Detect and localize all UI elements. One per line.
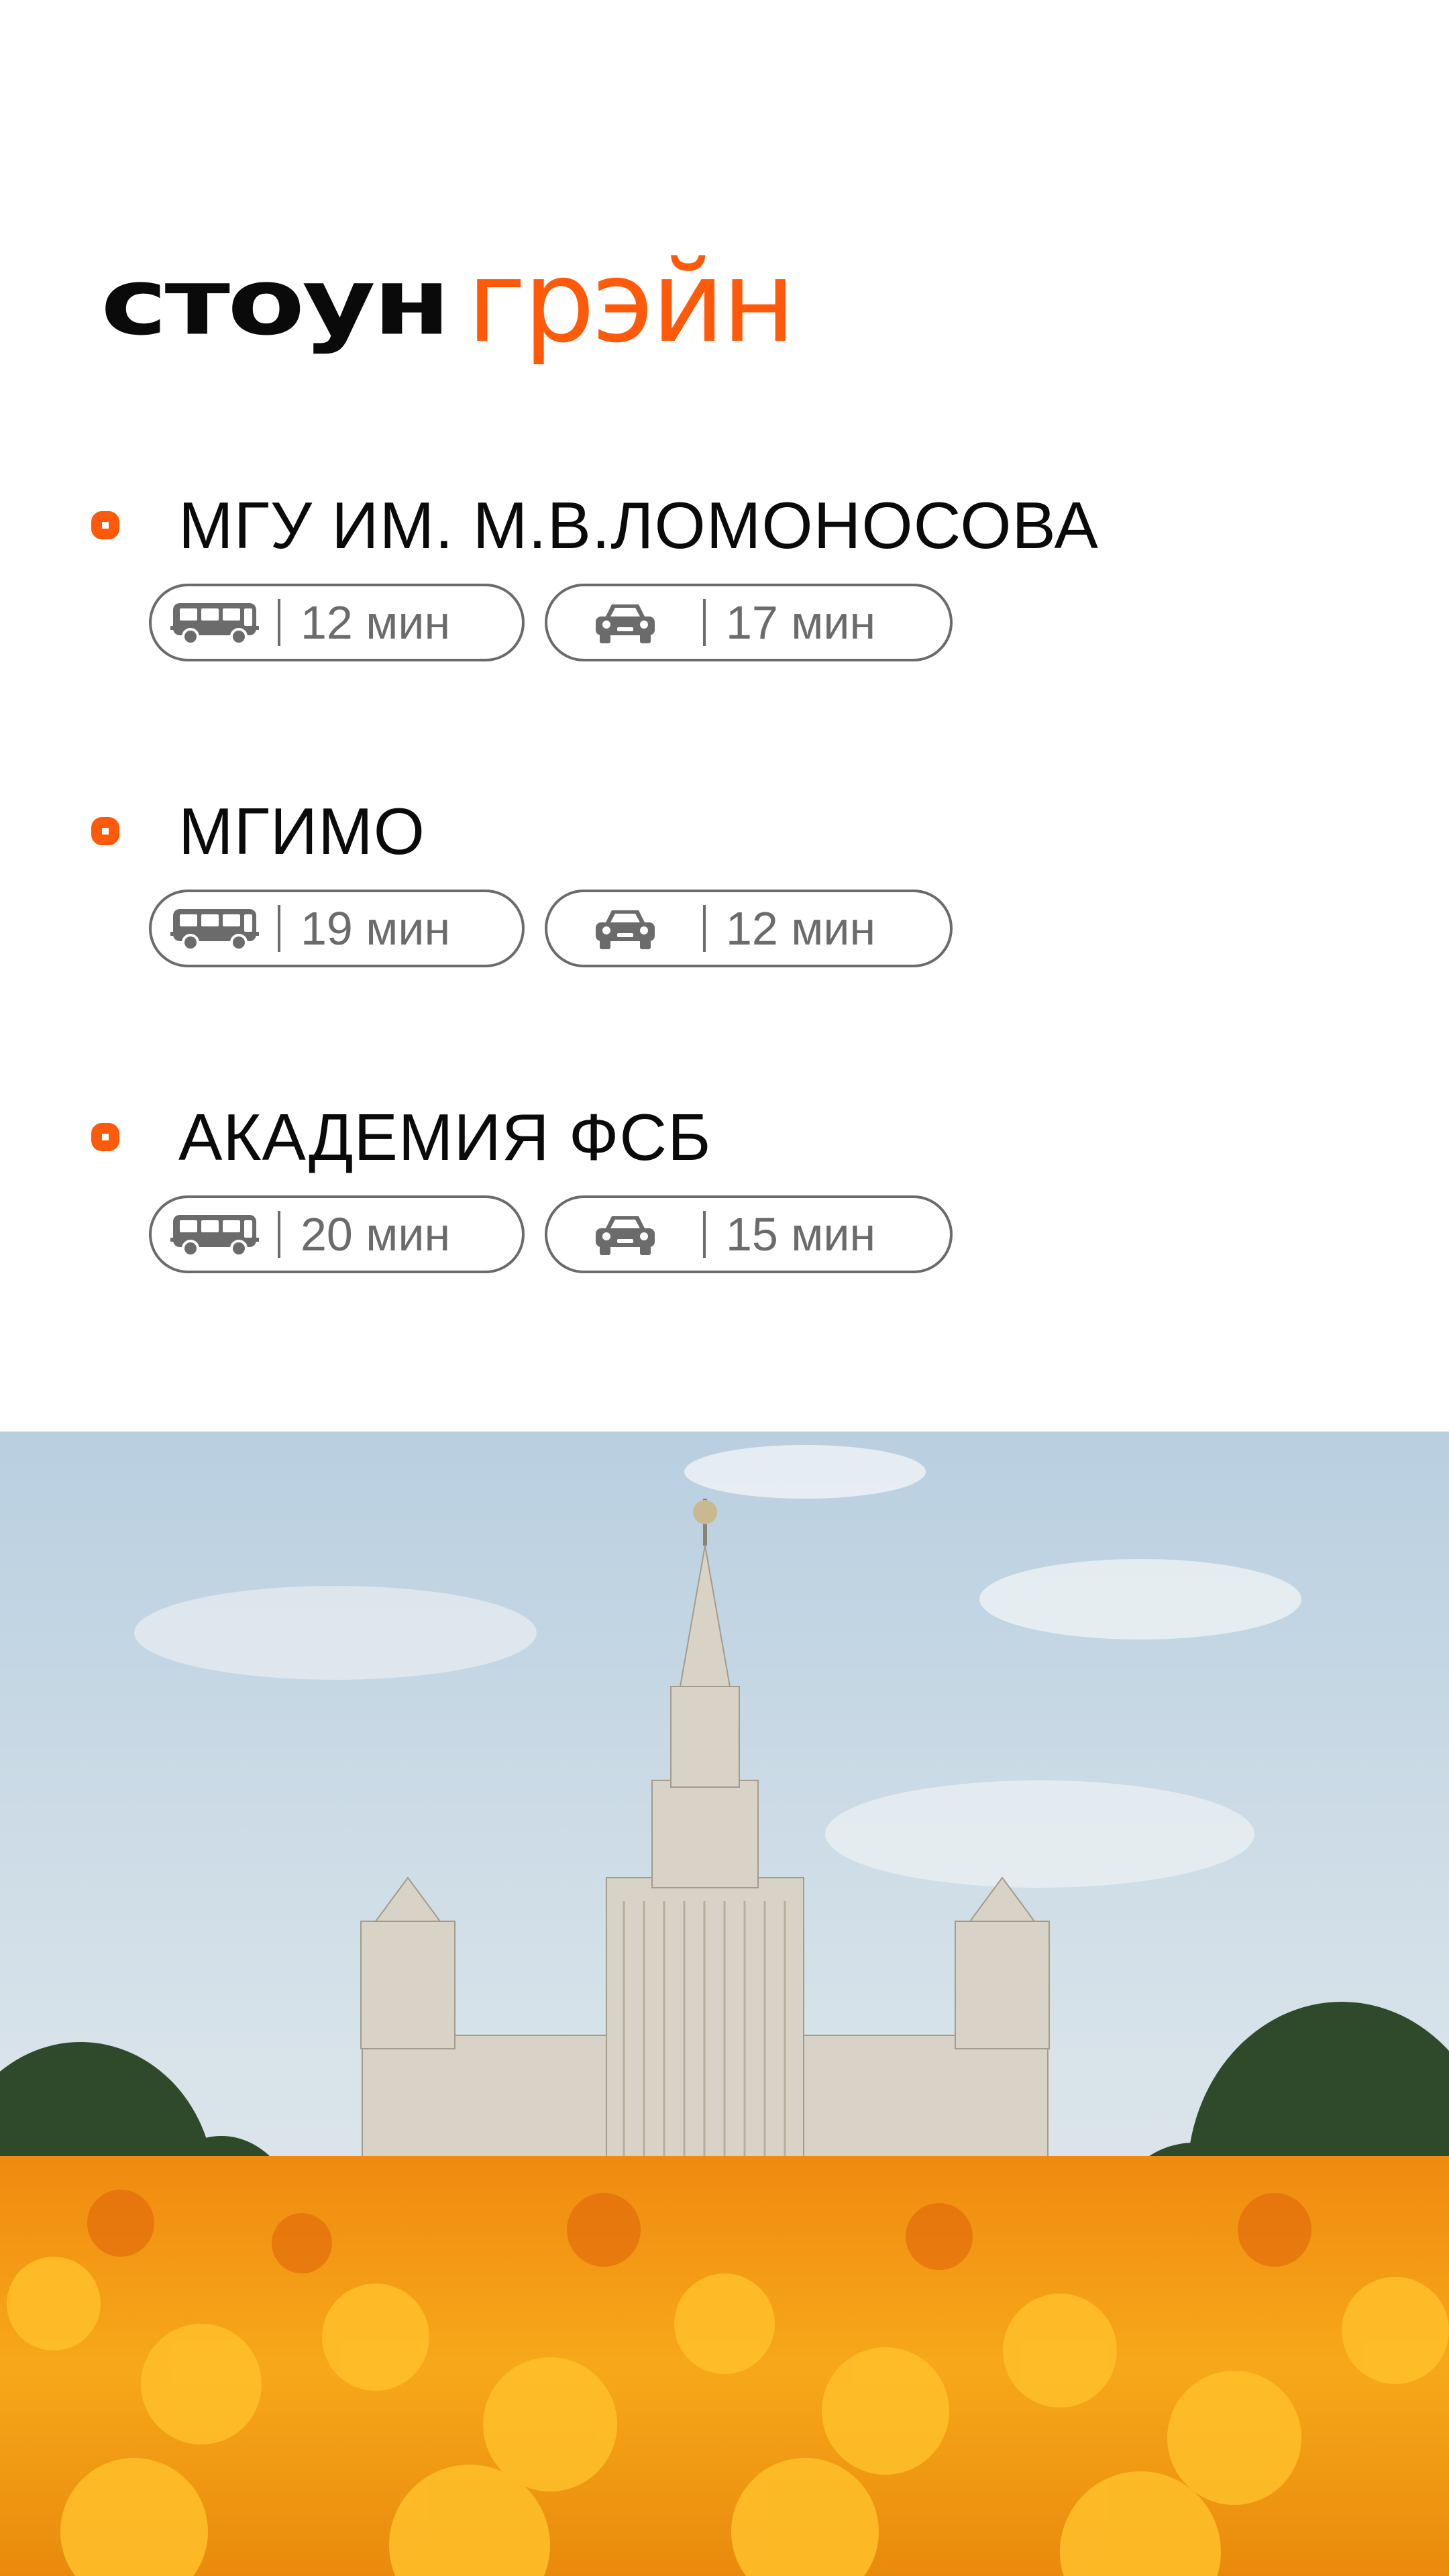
car-time-pill: 15 мин	[545, 1195, 953, 1273]
campus-photo	[0, 1432, 1449, 2576]
car-time: 17 мин	[726, 596, 876, 649]
brand-logo: стоун грэйн	[101, 221, 796, 382]
car-time: 12 мин	[726, 902, 876, 955]
destination-name: АКАДЕМИЯ ФСБ	[178, 1099, 712, 1174]
brand-word-2: грэйн	[466, 236, 796, 368]
bus-time-pill: 12 мин	[149, 584, 525, 661]
bus-time: 20 мин	[301, 1208, 451, 1260]
square-bullet-icon	[91, 511, 119, 539]
destination-name: МГУ ИМ. М.В.ЛОМОНОСОВА	[178, 488, 1099, 562]
car-icon	[547, 1211, 703, 1258]
bus-time-pill: 19 мин	[149, 890, 525, 967]
square-bullet-icon	[91, 817, 119, 845]
bus-time-pill: 20 мин	[149, 1195, 525, 1273]
bus-time: 19 мин	[301, 902, 451, 955]
bus-icon	[152, 905, 278, 952]
car-time-pill: 17 мин	[545, 584, 953, 661]
bus-icon	[152, 1211, 278, 1258]
brand-word-1: стоун	[101, 248, 451, 356]
destination-name: МГИМО	[178, 794, 426, 868]
bus-time: 12 мин	[301, 596, 451, 649]
car-time-pill: 12 мин	[545, 890, 953, 967]
car-time: 15 мин	[726, 1208, 876, 1260]
bus-icon	[152, 599, 278, 646]
square-bullet-icon	[91, 1123, 119, 1151]
car-icon	[547, 905, 703, 952]
car-icon	[547, 599, 703, 646]
